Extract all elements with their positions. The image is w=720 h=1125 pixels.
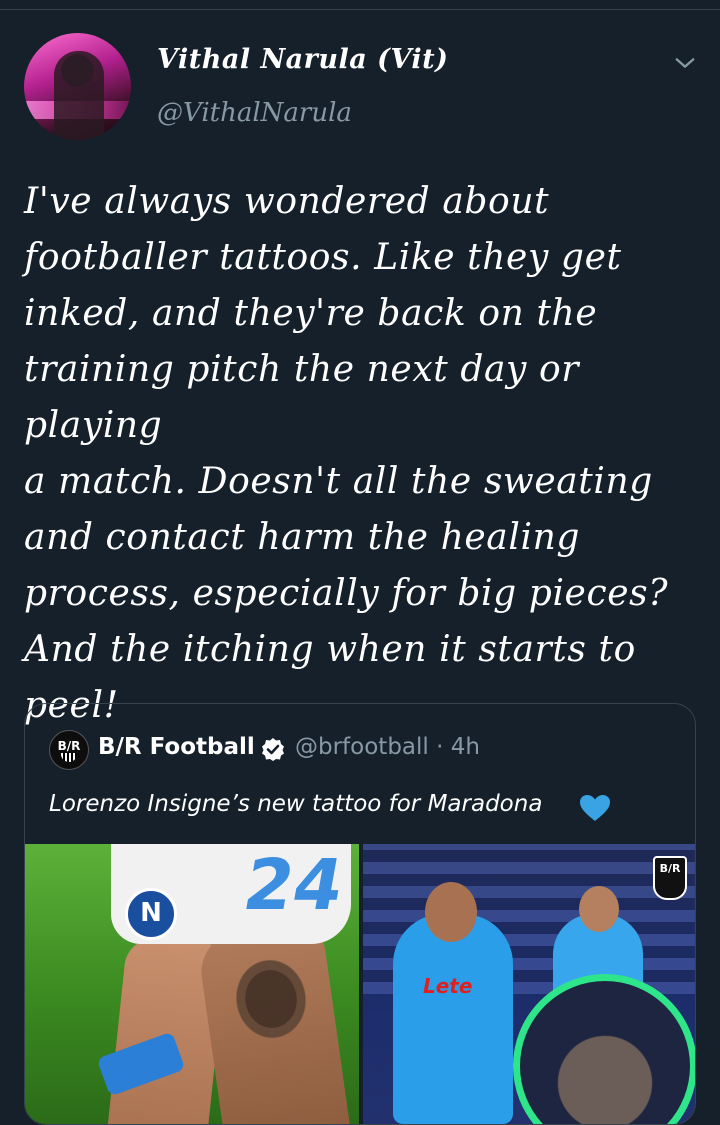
blue-heart-icon	[580, 795, 610, 821]
logo-text: B/R	[659, 862, 681, 875]
tattoo-highlight-circle	[513, 974, 695, 1124]
napoli-badge: N	[125, 888, 177, 940]
verified-badge-icon	[262, 738, 284, 761]
chevron-down-icon[interactable]	[674, 52, 696, 74]
author-avatar[interactable]	[24, 33, 131, 140]
shorts-number: 24	[237, 844, 350, 926]
tweet-text: I've always wondered about footballer ta…	[24, 181, 669, 726]
player-head	[579, 886, 619, 932]
quoted-author-handle[interactable]: @brfootball · 4h	[295, 734, 480, 760]
tattoo-closeup-image[interactable]: 24 N	[25, 844, 359, 1124]
player-insigne	[393, 914, 513, 1124]
br-football-logo: B/R	[653, 856, 687, 900]
quoted-author-avatar[interactable]: B/R	[49, 730, 89, 770]
match-action-image[interactable]: Lete B/R	[363, 844, 695, 1124]
avatar-logo-stripes	[61, 753, 77, 762]
avatar-figure	[54, 51, 104, 140]
shirt-sponsor: Lete	[423, 974, 473, 998]
quoted-author-name[interactable]: B/R Football	[98, 734, 255, 760]
author-handle[interactable]: @VithalNarula	[157, 98, 352, 128]
quoted-tweet-text: Lorenzo Insigne’s new tattoo for Maradon…	[49, 791, 543, 817]
author-name[interactable]: Vithal Narula (Vit)	[157, 44, 448, 75]
top-divider	[0, 0, 720, 10]
tattoo	[225, 948, 317, 1050]
avatar-logo-text: B/R	[57, 739, 81, 753]
player-head	[425, 882, 477, 942]
quoted-tweet-card[interactable]: B/R B/R Football @brfootball · 4h Lorenz…	[24, 703, 696, 1125]
